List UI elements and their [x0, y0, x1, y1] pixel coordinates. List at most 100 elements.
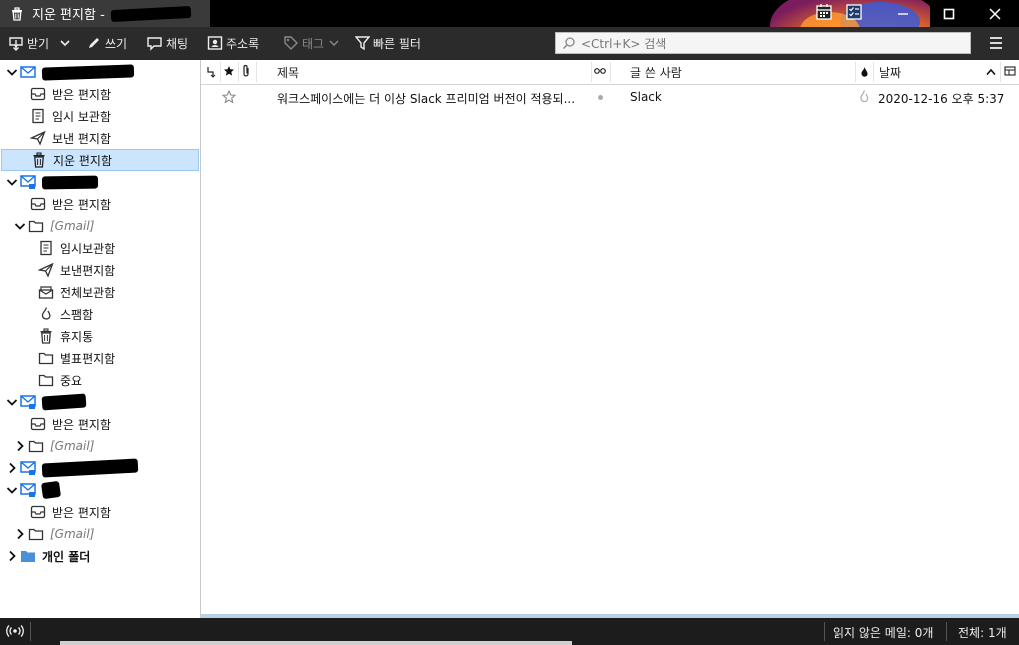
read-status-dot[interactable] — [598, 95, 603, 100]
folder-inbox[interactable]: 받은 편지함 — [30, 501, 229, 523]
thread-column-icon[interactable] — [206, 66, 216, 78]
inbox-icon — [30, 196, 46, 212]
account-5[interactable] — [6, 479, 205, 501]
flame-icon — [38, 306, 54, 322]
maximize-icon — [943, 8, 955, 19]
chevron-right-icon[interactable] — [14, 528, 26, 540]
chevron-down-icon — [60, 40, 70, 47]
folder-label: 스팸함 — [60, 307, 94, 322]
folder-icon — [28, 218, 44, 234]
folder-drafts[interactable]: 임시 보관함 — [30, 105, 229, 127]
column-picker-icon[interactable] — [1004, 66, 1016, 78]
trash-icon — [12, 6, 22, 21]
redacted-account-name — [41, 458, 139, 478]
secure-mail-account-icon — [20, 174, 36, 190]
folder-inbox[interactable]: 받은 편지함 — [30, 413, 229, 435]
chevron-right-icon[interactable] — [14, 440, 26, 452]
calendar-icon[interactable] — [815, 3, 833, 21]
chevron-down-icon[interactable] — [6, 396, 18, 408]
chevron-down-icon[interactable] — [6, 176, 18, 188]
message-date: 2020-12-16 오후 5:37 — [878, 92, 1005, 106]
minimize-button[interactable] — [880, 0, 926, 27]
folder-label: 보낸편지함 — [60, 263, 116, 278]
search-input[interactable]: <Ctrl+K> 검색 — [555, 32, 971, 54]
subject-column-header[interactable]: 제목 — [277, 64, 299, 81]
folder-gmail[interactable]: [Gmail] — [14, 215, 213, 237]
junk-column-icon[interactable] — [859, 66, 869, 78]
message-subject: 워크스페이스에는 더 이상 Slack 프리미엄 버전이 적용되... — [277, 92, 576, 106]
folder-pane: 받은 편지함 임시 보관함 보낸 편지함 지운 편지함 받은 편지함 [Gmai… — [0, 60, 201, 618]
folder-label: [Gmail] — [50, 439, 95, 453]
account-4[interactable] — [6, 457, 205, 479]
horizontal-scrollbar[interactable] — [60, 641, 572, 645]
redacted-account-name — [41, 393, 87, 411]
read-status-column-icon[interactable] — [594, 67, 606, 75]
account-1[interactable] — [6, 61, 205, 83]
folder-label: [Gmail] — [50, 219, 95, 233]
folder-gmail[interactable]: [Gmail] — [14, 523, 213, 545]
address-book-button[interactable]: 주소록 — [207, 33, 259, 53]
drafts-icon — [38, 240, 54, 256]
redacted-account-name — [40, 480, 62, 500]
quick-filter-button[interactable]: 빠른 필터 — [355, 33, 421, 53]
message-row[interactable]: 워크스페이스에는 더 이상 Slack 프리미엄 버전이 적용되... Slac… — [201, 85, 1019, 109]
local-folders[interactable]: 개인 폴더 — [6, 545, 205, 567]
get-mail-dropdown[interactable] — [59, 33, 75, 53]
local-folder-icon — [20, 548, 36, 564]
write-button[interactable]: 쓰기 — [86, 33, 127, 53]
folder-label: 휴지통 — [60, 329, 94, 344]
maximize-button[interactable] — [926, 0, 972, 27]
send-icon — [30, 130, 46, 146]
archive-icon — [38, 284, 54, 300]
account-3[interactable] — [6, 391, 205, 413]
folder-inbox[interactable]: 받은 편지함 — [30, 193, 229, 215]
redacted-account-name — [41, 63, 135, 81]
date-column-header[interactable]: 날짜 — [879, 64, 901, 81]
mail-account-icon — [20, 64, 36, 80]
write-label: 쓰기 — [105, 36, 128, 51]
folder-label: 받은 편지함 — [52, 197, 112, 212]
folder-gmail[interactable]: [Gmail] — [14, 435, 213, 457]
secure-mail-account-icon — [20, 482, 36, 498]
chevron-down-icon — [329, 40, 339, 46]
sender-column-header[interactable]: 글 쓴 사람 — [630, 64, 682, 81]
folder-trash-selected[interactable]: 지운 편지함 — [1, 149, 199, 171]
window-title-area: 지운 편지함 - — [0, 0, 210, 27]
trash-icon — [38, 328, 54, 344]
chat-icon — [147, 37, 162, 51]
app-menu-button[interactable] — [986, 33, 1006, 53]
folder-sent[interactable]: 보낸 편지함 — [30, 127, 229, 149]
total-count: 전체: 1개 — [958, 626, 1007, 640]
get-mail-icon — [9, 37, 23, 51]
star-icon[interactable] — [222, 90, 236, 104]
trash-icon — [31, 152, 47, 168]
chevron-down-icon[interactable] — [6, 484, 18, 496]
folder-label: 전체보관함 — [60, 285, 116, 300]
secure-mail-account-icon — [20, 394, 36, 410]
tag-icon — [284, 36, 298, 50]
star-column-icon[interactable] — [223, 65, 235, 77]
unread-count: 읽지 않은 메일: 0개 — [833, 626, 934, 640]
folder-inbox[interactable]: 받은 편지함 — [30, 83, 229, 105]
tasks-icon[interactable] — [845, 3, 863, 21]
attachment-column-icon[interactable] — [241, 64, 251, 78]
folder-label: 받은 편지함 — [52, 505, 112, 520]
online-status-icon[interactable] — [6, 624, 24, 638]
tag-button[interactable]: 태그 — [283, 33, 343, 53]
pencil-icon — [89, 38, 99, 48]
chevron-down-icon[interactable] — [6, 66, 18, 78]
sort-ascending-icon[interactable] — [986, 68, 996, 76]
chat-button[interactable]: 채팅 — [146, 33, 188, 53]
chevron-right-icon[interactable] — [6, 462, 18, 474]
address-book-icon — [207, 36, 223, 50]
thread-pane: 제목 글 쓴 사람 날짜 워크스페이스에는 더 이상 Slack 프리미엄 버전… — [201, 60, 1019, 615]
account-2[interactable] — [6, 171, 205, 193]
junk-status-icon[interactable] — [858, 89, 870, 104]
get-mail-label: 받기 — [27, 36, 50, 51]
chevron-down-icon[interactable] — [14, 220, 26, 232]
inbox-icon — [30, 416, 46, 432]
get-mail-button[interactable]: 받기 — [8, 33, 49, 53]
close-button[interactable] — [972, 0, 1018, 27]
drafts-icon — [30, 108, 46, 124]
chevron-right-icon[interactable] — [6, 550, 18, 562]
